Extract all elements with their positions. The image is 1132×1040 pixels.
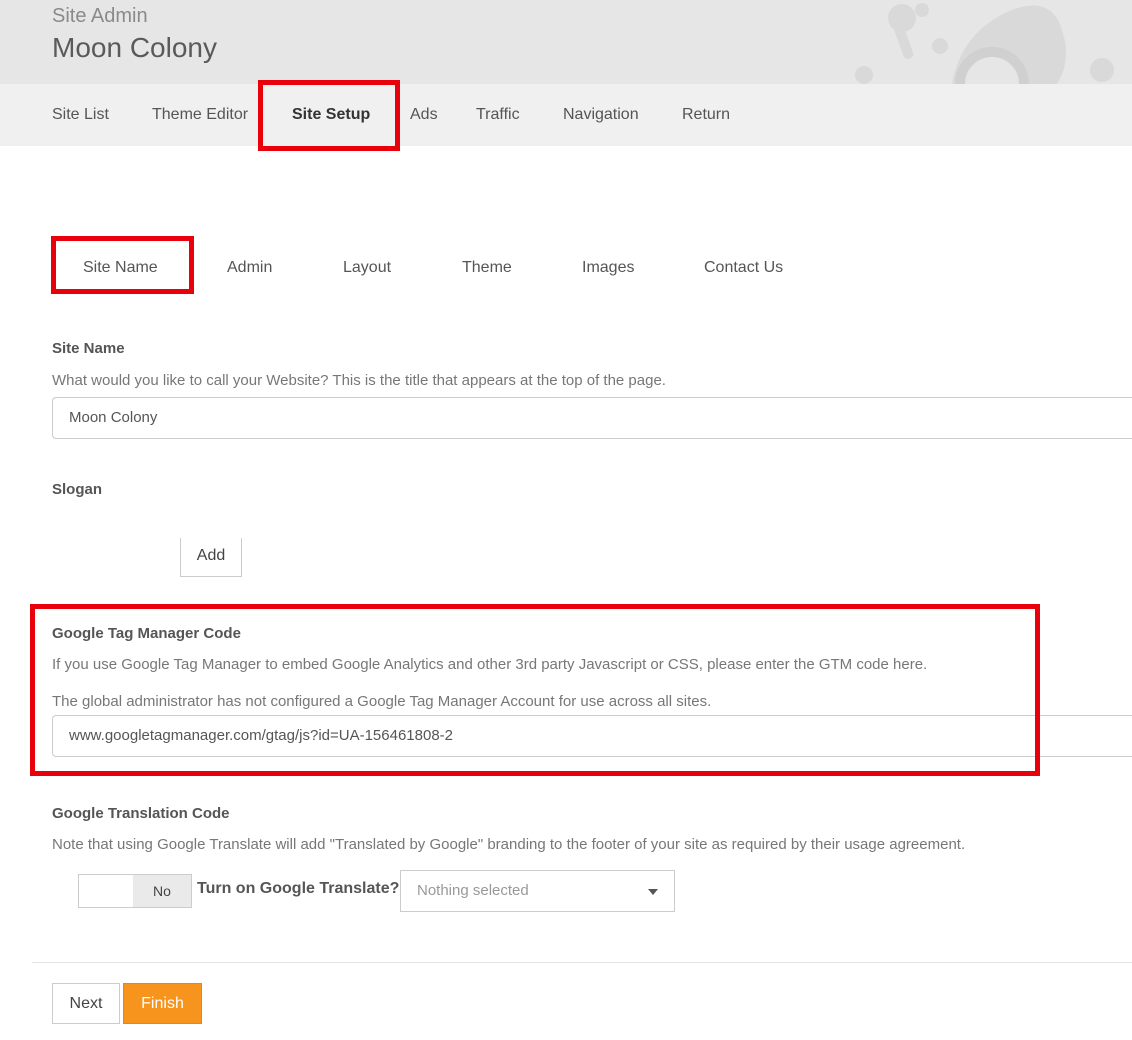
gtm-code-input[interactable]: www.googletagmanager.com/gtag/js?id=UA-1… xyxy=(52,715,1132,757)
main-nav: Site List Theme Editor Site Setup Ads Tr… xyxy=(0,84,1132,146)
frog-logo-icon xyxy=(855,3,1114,84)
tab-theme[interactable]: Theme xyxy=(462,248,512,288)
gtm-help: If you use Google Tag Manager to embed G… xyxy=(52,656,928,673)
nav-theme-editor[interactable]: Theme Editor xyxy=(152,84,248,146)
next-button[interactable]: Next xyxy=(52,983,120,1024)
nav-return[interactable]: Return xyxy=(682,84,730,146)
finish-button[interactable]: Finish xyxy=(123,983,202,1024)
site-title: Moon Colony xyxy=(52,32,217,63)
nav-site-list[interactable]: Site List xyxy=(52,84,109,146)
slogan-add-button[interactable]: Add xyxy=(180,538,242,577)
translate-question: Turn on Google Translate? xyxy=(197,880,400,897)
site-header: Site Admin Moon Colony xyxy=(0,0,1132,84)
translate-select[interactable]: Nothing selected xyxy=(400,870,675,912)
gtm-note: The global administrator has not configu… xyxy=(52,693,712,710)
translate-help: Note that using Google Translate will ad… xyxy=(52,836,966,853)
tab-admin[interactable]: Admin xyxy=(227,248,272,288)
site-admin-label: Site Admin xyxy=(52,5,148,27)
torn-edge-divider xyxy=(0,488,1132,530)
nav-site-setup[interactable]: Site Setup xyxy=(292,84,370,146)
translate-toggle[interactable]: No xyxy=(78,874,192,908)
nav-ads[interactable]: Ads xyxy=(410,84,438,146)
tab-site-name[interactable]: Site Name xyxy=(83,248,158,288)
toggle-state-label: No xyxy=(133,875,191,907)
nav-traffic[interactable]: Traffic xyxy=(476,84,520,146)
nav-navigation[interactable]: Navigation xyxy=(563,84,639,146)
footer-divider xyxy=(32,962,1132,963)
tab-layout[interactable]: Layout xyxy=(343,248,391,288)
tab-contact-us[interactable]: Contact Us xyxy=(704,248,783,288)
translate-select-value: Nothing selected xyxy=(417,882,529,899)
tab-images[interactable]: Images xyxy=(582,248,634,288)
site-name-label: Site Name xyxy=(52,340,125,357)
translate-label: Google Translation Code xyxy=(52,805,230,822)
site-name-help: What would you like to call your Website… xyxy=(52,372,666,389)
site-name-input[interactable]: Moon Colony xyxy=(52,397,1132,439)
gtm-label: Google Tag Manager Code xyxy=(52,625,241,642)
caret-down-icon xyxy=(648,889,658,895)
